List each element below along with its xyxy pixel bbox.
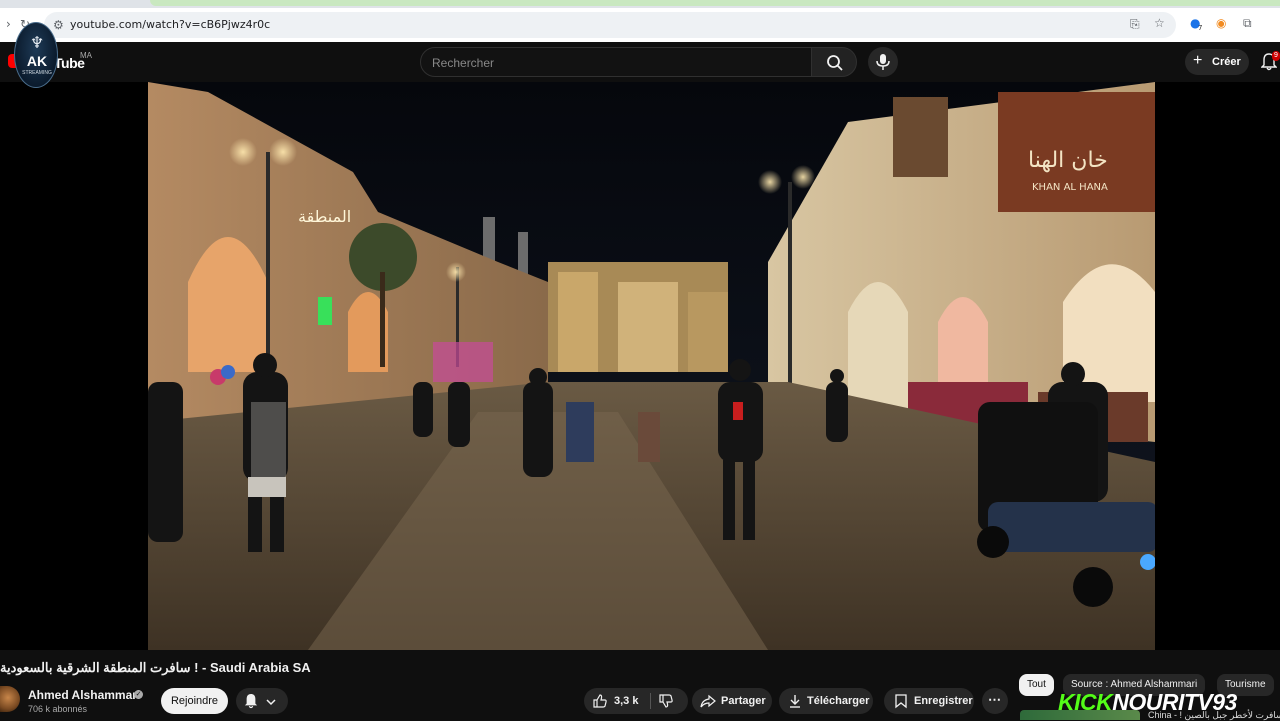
address-url[interactable]: youtube.com/watch?v=cB6Pjwz4r0c <box>70 18 270 31</box>
bell-icon <box>244 694 258 709</box>
badge-subtext: STREAMING <box>22 70 52 76</box>
search-placeholder: Rechercher <box>432 56 495 70</box>
shop-sign-text: KHAN AL HANA <box>1032 182 1108 193</box>
like-count[interactable]: 3,3 k <box>614 695 638 707</box>
thumbs-down-icon[interactable] <box>658 693 674 709</box>
thumbs-up-icon[interactable] <box>592 693 608 709</box>
microphone-icon <box>876 54 890 70</box>
voice-search-button[interactable] <box>868 47 898 77</box>
plus-icon: + <box>1193 52 1203 69</box>
watermark-kick: KICK <box>1058 689 1113 715</box>
search-button[interactable] <box>811 47 857 77</box>
svg-text:خان الهنا: خان الهنا <box>1028 148 1108 173</box>
share-arrow-icon <box>700 694 716 708</box>
extension-badge: 7 <box>1198 24 1203 32</box>
chevron-down-icon <box>266 699 276 706</box>
chip-all[interactable]: Tout <box>1019 674 1054 696</box>
svg-text:المنطقة: المنطقة <box>298 207 351 226</box>
join-button[interactable]: Rejoindre <box>161 688 228 714</box>
country-code: MA <box>80 51 92 60</box>
bookmark-add-icon <box>895 694 907 709</box>
browser-tab-strip <box>0 0 1280 8</box>
install-app-icon[interactable]: ⎘ <box>1130 17 1140 32</box>
more-dots-icon: ⋯ <box>988 692 1001 707</box>
search-icon <box>827 55 843 71</box>
browser-toolbar: › ↻ ⚙ youtube.com/watch?v=cB6Pjwz4r0c ⎘ … <box>0 8 1280 42</box>
share-button[interactable]: Partager <box>692 688 772 714</box>
active-tab-accent <box>150 0 1280 6</box>
watermark-handle: NOURITV93 <box>1112 689 1237 715</box>
verified-check-icon: ✓ <box>134 690 143 699</box>
video-player[interactable]: المنطقة خان الهنا KHAN AL HANA <box>0 82 1280 650</box>
subscriber-count: 706 k abonnés <box>28 704 88 714</box>
youtube-header: Tube MA Rechercher + Créer 9 <box>0 42 1280 82</box>
download-button[interactable]: Télécharger <box>779 688 873 714</box>
download-label: Télécharger <box>807 695 870 707</box>
eagle-icon: ♆ <box>29 33 45 52</box>
save-label: Enregistrer <box>914 695 973 707</box>
notification-count: 9 <box>1272 51 1280 61</box>
create-button[interactable]: + Créer <box>1185 49 1249 75</box>
kick-watermark: KICKNOURITV93 <box>1058 689 1237 716</box>
streamer-logo-badge: ♆ AK STREAMING <box>14 22 58 88</box>
bookmark-star-icon[interactable]: ☆ <box>1154 16 1165 30</box>
back-arrow-icon[interactable]: › <box>6 17 11 31</box>
share-label: Partager <box>721 695 766 707</box>
extensions-puzzle-icon[interactable]: ⧉ <box>1243 16 1252 31</box>
like-dislike-group: 3,3 k <box>584 688 688 714</box>
site-info-icon[interactable]: ⚙ <box>53 18 64 32</box>
download-icon <box>790 695 800 708</box>
channel-name[interactable]: Ahmed Alshammari <box>28 688 140 702</box>
like-divider <box>650 693 651 709</box>
video-scene: المنطقة خان الهنا KHAN AL HANA <box>148 82 1155 650</box>
video-title: سافرت المنطقة الشرقية بالسعودية ! - Saud… <box>0 660 311 675</box>
subscribe-notifications-button[interactable] <box>236 688 288 714</box>
more-actions-button[interactable]: ⋯ <box>982 688 1008 714</box>
channel-avatar[interactable] <box>0 686 20 712</box>
profile-extension-icon[interactable]: ◉ <box>1216 16 1226 30</box>
save-button[interactable]: Enregistrer <box>884 688 974 714</box>
search-input[interactable]: Rechercher <box>420 47 812 77</box>
video-frame[interactable]: المنطقة خان الهنا KHAN AL HANA <box>148 82 1155 650</box>
create-label: Créer <box>1212 56 1241 68</box>
badge-text: AK <box>26 53 48 69</box>
